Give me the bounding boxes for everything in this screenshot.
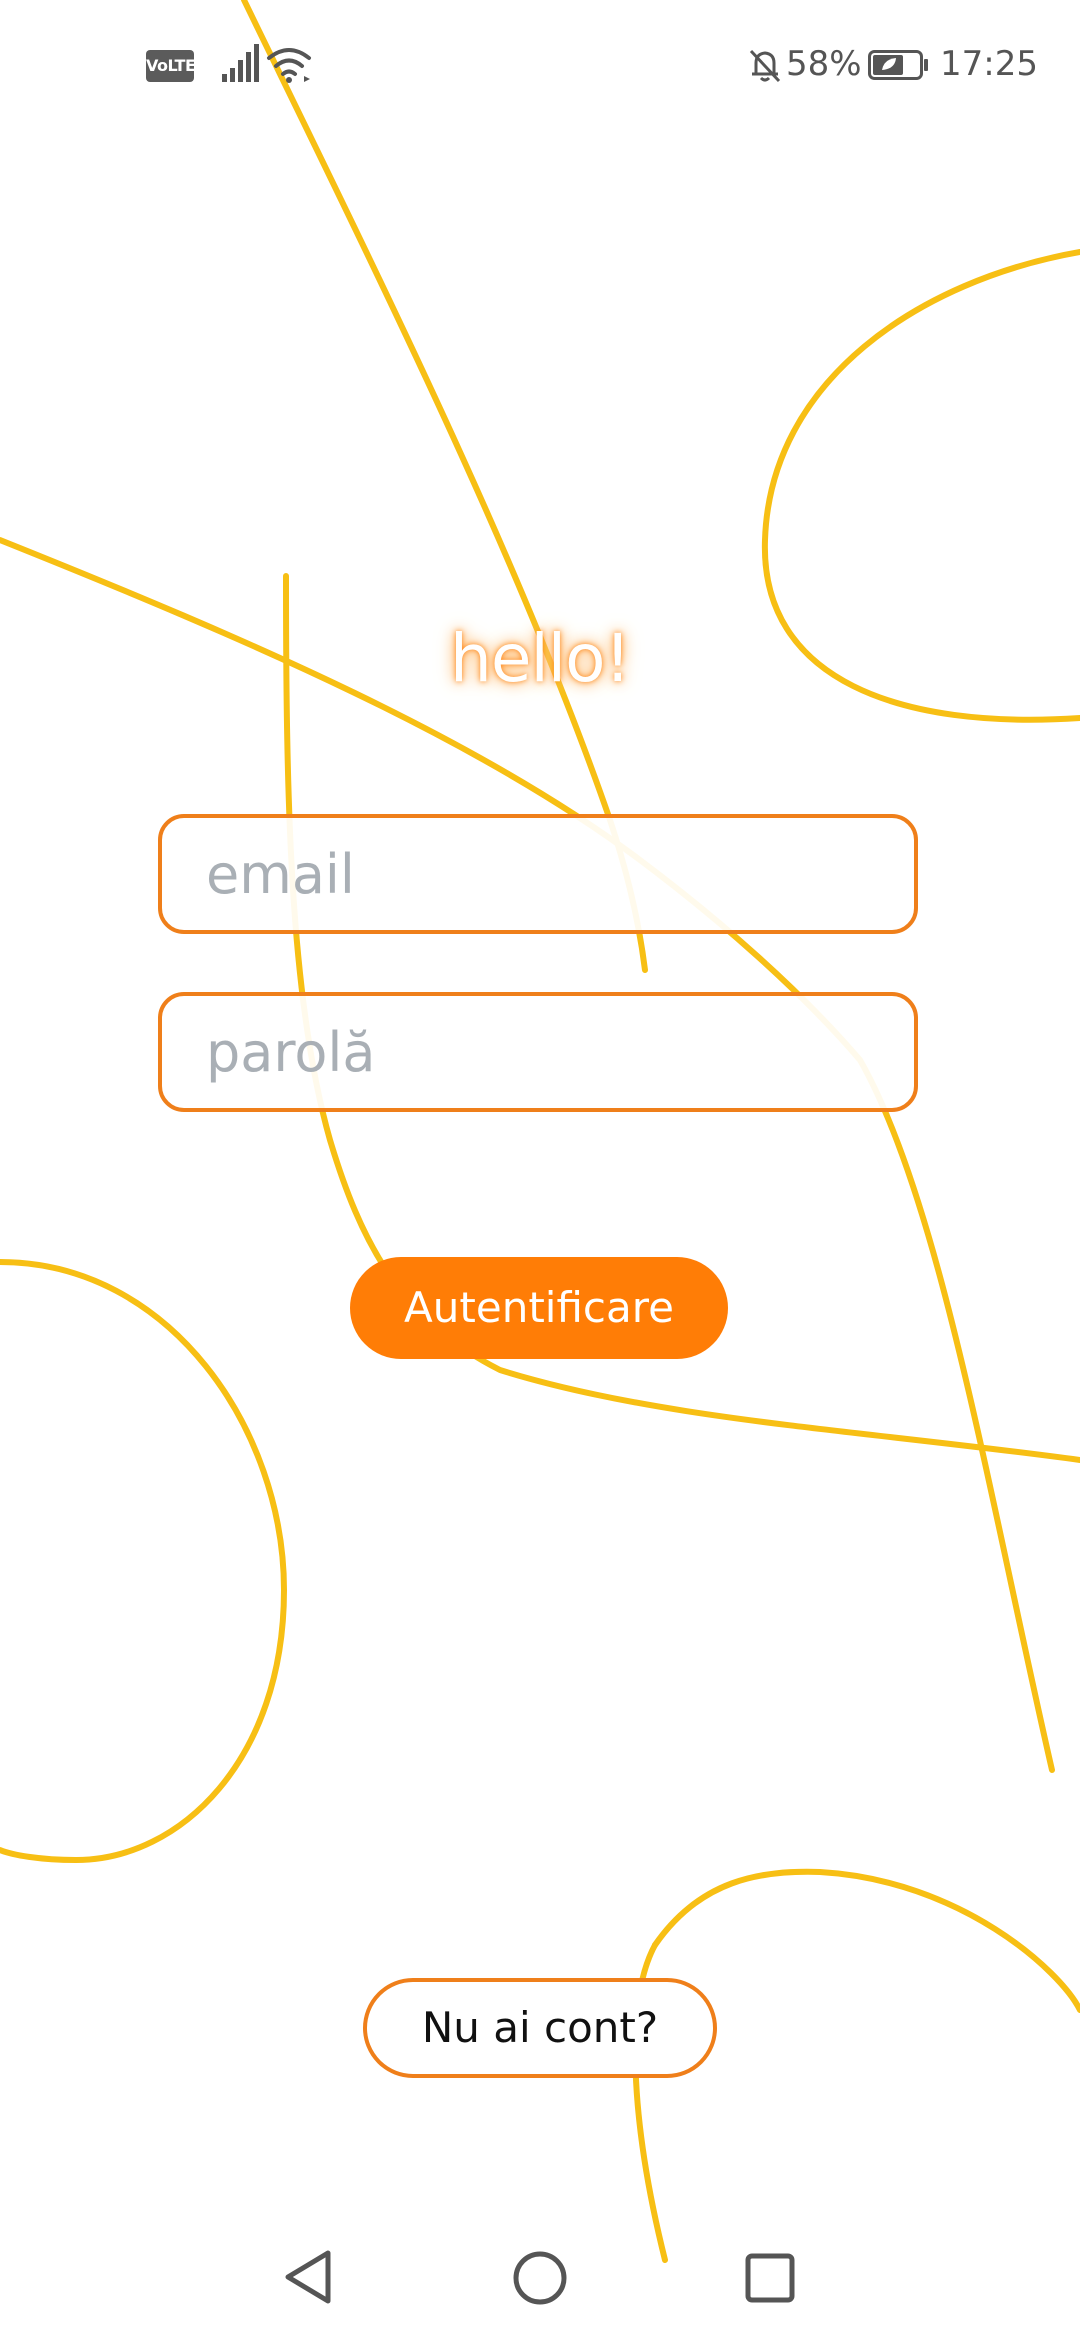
password-field[interactable] [158, 992, 918, 1112]
login-button[interactable]: Autentificare [350, 1257, 728, 1359]
status-bar: VoLTE 58% 17:25 [0, 0, 1080, 130]
volte-badge: VoLTE [146, 50, 196, 82]
back-triangle-icon[interactable] [282, 2248, 336, 2306]
home-circle-icon[interactable] [512, 2250, 568, 2306]
signal-bars-icon [222, 44, 259, 82]
recents-square-icon[interactable] [744, 2252, 796, 2304]
login-screen: VoLTE 58% 17:25 hello! email Autentifica… [0, 0, 1080, 2340]
bell-off-icon [749, 49, 781, 83]
wifi-icon [267, 48, 311, 83]
password-input[interactable] [206, 996, 876, 1108]
email-input[interactable] [206, 818, 876, 930]
email-field[interactable] [158, 814, 918, 934]
clock: 17:25 [940, 44, 1038, 84]
battery-saver-icon [868, 50, 928, 80]
greeting-title: hello! [450, 620, 631, 697]
battery-percentage: 58% [786, 44, 862, 84]
signup-button[interactable]: Nu ai cont? [363, 1978, 717, 2078]
